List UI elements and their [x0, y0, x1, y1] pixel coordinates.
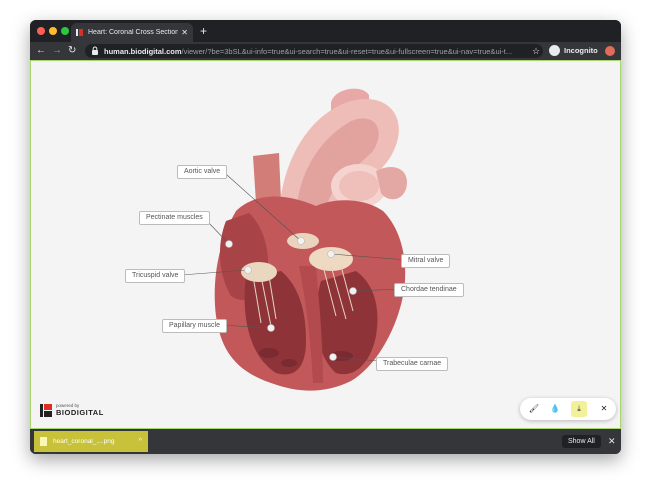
download-file-name: heart_coronal_....png — [53, 438, 115, 445]
label-mitral-valve[interactable]: Mitral valve — [401, 254, 451, 268]
close-downloads-icon[interactable]: ✕ — [608, 435, 616, 448]
reload-button[interactable]: ↻ — [68, 44, 76, 58]
bookmark-star-icon[interactable]: ☆ — [532, 46, 540, 57]
close-window-button[interactable] — [37, 27, 45, 35]
url-host: human.biodigital.com — [104, 46, 182, 56]
logo-wordmark: BIODIGITAL — [56, 408, 104, 417]
color-drop-icon[interactable]: 💧 — [547, 401, 563, 417]
label-tricuspid-valve[interactable]: Tricuspid valve — [125, 269, 186, 283]
new-tab-button[interactable]: + — [200, 23, 207, 39]
minimize-window-button[interactable] — [49, 27, 57, 35]
url-path: /viewer/?be=3bSL&ui-info=true&ui-search=… — [181, 46, 513, 56]
label-pectinate-muscles[interactable]: Pectinate muscles — [139, 211, 210, 225]
heart-model[interactable] — [31, 61, 620, 428]
lock-icon — [92, 46, 98, 55]
download-shelf: heart_coronal_....png ^ Show All ✕ — [30, 429, 621, 454]
tab-close-icon[interactable]: ✕ — [181, 28, 188, 37]
address-bar[interactable]: human.biodigital.com/viewer/?be=3bSL&ui-… — [85, 44, 543, 58]
extension-icon[interactable] — [605, 46, 615, 56]
viewer-canvas[interactable]: Aortic valve Pectinate muscles Tricuspid… — [30, 60, 621, 429]
tab-title: Heart: Coronal Cross Section | — [88, 29, 179, 36]
profile-label: Incognito — [564, 46, 598, 55]
paint-brush-icon[interactable]: 🖌 — [526, 401, 542, 417]
file-icon — [40, 437, 47, 446]
url-text: human.biodigital.com/viewer/?be=3bSL&ui-… — [104, 47, 512, 56]
tab-heart-coronal[interactable]: Heart: Coronal Cross Section | ✕ — [71, 23, 193, 42]
download-item[interactable]: heart_coronal_....png ^ — [34, 431, 148, 452]
browser-window: Heart: Coronal Cross Section | ✕ + ← → ↻… — [30, 20, 621, 454]
incognito-profile[interactable]: Incognito — [549, 45, 598, 56]
label-trabeculae-carnae[interactable]: Trabeculae carnae — [376, 357, 449, 371]
browser-toolbar: ← → ↻ human.biodigital.com/viewer/?be=3b… — [30, 42, 621, 60]
biodigital-favicon-icon — [76, 29, 83, 36]
back-button[interactable]: ← — [36, 44, 46, 58]
download-icon[interactable]: ⤓ — [571, 401, 587, 417]
close-controls-icon[interactable]: ✕ — [596, 401, 612, 417]
superior-vena-cava — [253, 153, 281, 203]
label-chordae-tendinae[interactable]: Chordae tendinae — [394, 283, 464, 297]
chevron-up-icon[interactable]: ^ — [139, 438, 142, 445]
tab-bar: Heart: Coronal Cross Section | ✕ + — [30, 20, 621, 42]
biodigital-logo-icon — [40, 403, 52, 417]
biodigital-logo[interactable]: powered by BIODIGITAL — [40, 403, 104, 417]
forward-button[interactable]: → — [52, 44, 62, 58]
label-aortic-valve[interactable]: Aortic valve — [177, 165, 228, 179]
incognito-icon — [549, 45, 560, 56]
label-papillary-muscle[interactable]: Papillary muscle — [162, 319, 227, 333]
show-all-button[interactable]: Show All — [562, 435, 601, 448]
maximize-window-button[interactable] — [61, 27, 69, 35]
viewer-controls: 🖌 💧 ⤓ ✕ — [520, 398, 616, 420]
